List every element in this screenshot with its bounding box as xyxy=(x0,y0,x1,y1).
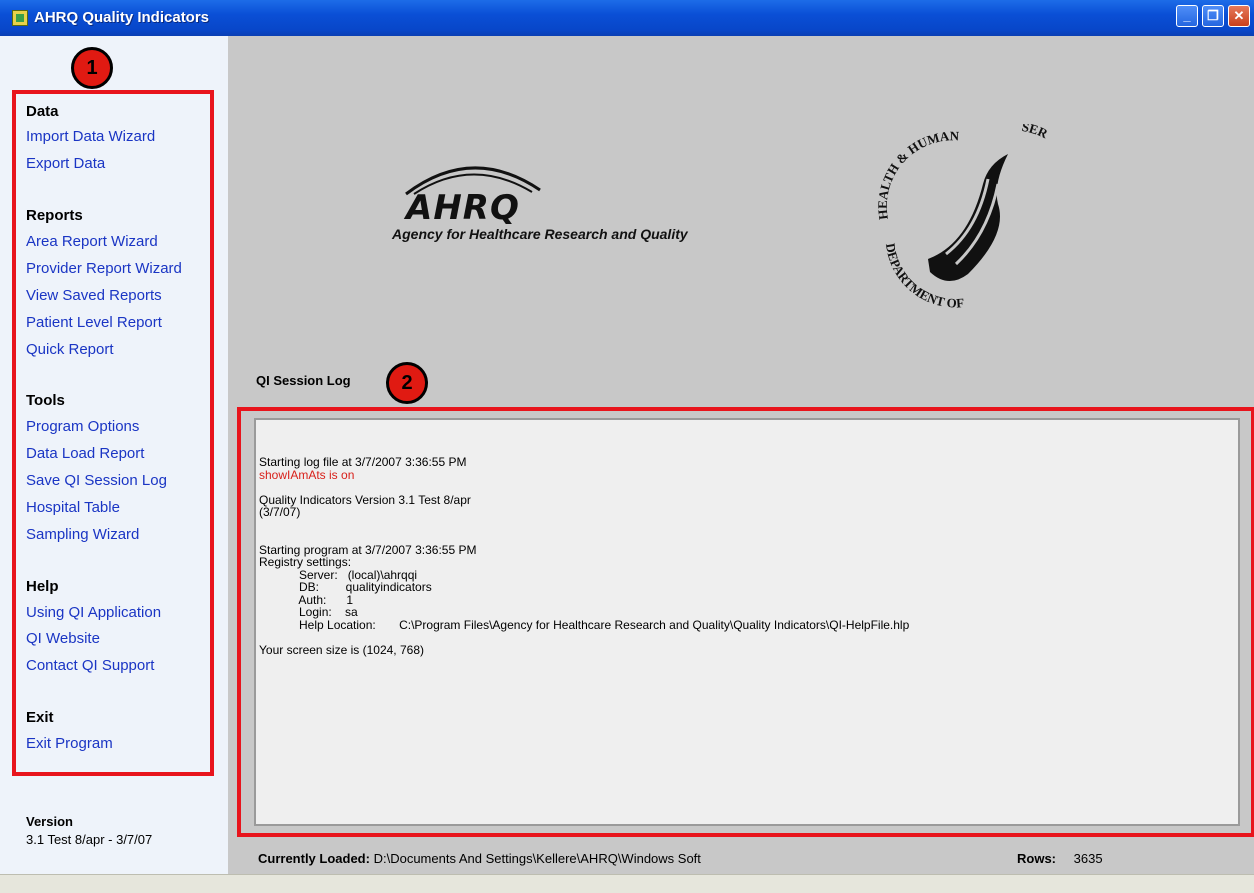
session-log-title: QI Session Log xyxy=(256,373,351,388)
restore-icon[interactable]: ❐ xyxy=(1202,5,1224,27)
svg-text:HEALTH & HUMAN: HEALTH & HUMAN xyxy=(875,128,960,220)
log-line: Your screen size is (1024, 768) xyxy=(259,642,424,657)
session-log-textbox[interactable]: Starting log file at 3/7/2007 3:36:55 PM… xyxy=(254,418,1240,826)
sidebar-item-import-data-wizard[interactable]: Import Data Wizard xyxy=(26,128,155,145)
sidebar-item-qi-website[interactable]: QI Website xyxy=(26,630,100,647)
rows-value: 3635 xyxy=(1073,851,1103,866)
log-line: Starting log file at 3/7/2007 3:36:55 PM xyxy=(259,455,467,469)
sidebar-item-exit-program[interactable]: Exit Program xyxy=(26,735,113,752)
hhs-seal-logo: HEALTH & HUMAN SERVICES·USA DEPARTMENT O… xyxy=(875,124,1048,311)
section-title-reports: Reports xyxy=(26,207,83,224)
rows-label: Rows: xyxy=(1017,851,1056,866)
sidebar-item-program-options[interactable]: Program Options xyxy=(26,418,139,435)
app-icon xyxy=(12,10,28,26)
log-line: Login: sa xyxy=(259,605,358,619)
window-titlebar: AHRQ Quality Indicators _ ❐ ✕ xyxy=(0,0,1254,36)
log-line: (3/7/07) xyxy=(259,505,301,519)
session-log-content: Starting log file at 3/7/2007 3:36:55 PM… xyxy=(259,456,909,656)
log-line: Help Location: C:\Program Files\Agency f… xyxy=(259,617,910,632)
version-label: Version xyxy=(26,814,73,829)
section-title-help: Help xyxy=(26,578,59,595)
callout-marker-1: 1 xyxy=(71,47,113,89)
currently-loaded-label: Currently Loaded: xyxy=(258,851,370,866)
log-line: DB: qualityindicators xyxy=(259,580,432,594)
currently-loaded-path: D:\Documents And Settings\Kellere\AHRQ\W… xyxy=(373,851,701,866)
sidebar-item-view-saved-reports[interactable]: View Saved Reports xyxy=(26,287,162,304)
sidebar-item-quick-report[interactable]: Quick Report xyxy=(26,341,114,358)
version-text: 3.1 Test 8/apr - 3/7/07 xyxy=(26,832,153,847)
sidebar-item-patient-level-report[interactable]: Patient Level Report xyxy=(26,314,162,331)
rows-status: Rows: 3635 xyxy=(1017,851,1103,866)
currently-loaded-status: Currently Loaded: D:\Documents And Setti… xyxy=(258,851,701,866)
log-line: showIAmAts is on xyxy=(259,467,355,482)
minimize-icon[interactable]: _ xyxy=(1176,5,1198,27)
log-line: Starting program at 3/7/2007 3:36:55 PM xyxy=(259,542,477,557)
callout-marker-2: 2 xyxy=(386,362,428,404)
bottom-strip xyxy=(0,874,1254,893)
sidebar-item-using-qi-application[interactable]: Using QI Application xyxy=(26,604,161,621)
section-title-data: Data xyxy=(26,103,59,120)
section-title-exit: Exit xyxy=(26,709,54,726)
sidebar-item-sampling-wizard[interactable]: Sampling Wizard xyxy=(26,526,139,543)
ahrq-wordmark: AHRQ xyxy=(406,188,520,228)
close-icon[interactable]: ✕ xyxy=(1228,5,1250,27)
window-title: AHRQ Quality Indicators xyxy=(34,9,210,26)
log-line: Registry settings: xyxy=(259,555,352,569)
sidebar-item-export-data[interactable]: Export Data xyxy=(26,155,105,172)
seal-text-top: HEALTH & HUMAN xyxy=(875,128,960,220)
section-title-tools: Tools xyxy=(26,392,65,409)
sidebar-item-provider-report-wizard[interactable]: Provider Report Wizard xyxy=(26,260,182,277)
ahrq-tagline: Agency for Healthcare Research and Quali… xyxy=(392,226,688,242)
sidebar-item-data-load-report[interactable]: Data Load Report xyxy=(26,445,144,462)
sidebar-item-save-qi-session-log[interactable]: Save QI Session Log xyxy=(26,472,167,489)
sidebar-item-contact-qi-support[interactable]: Contact QI Support xyxy=(26,657,154,674)
sidebar-item-hospital-table[interactable]: Hospital Table xyxy=(26,499,120,516)
sidebar-item-area-report-wizard[interactable]: Area Report Wizard xyxy=(26,233,158,250)
log-line: Quality Indicators Version 3.1 Test 8/ap… xyxy=(259,492,471,507)
